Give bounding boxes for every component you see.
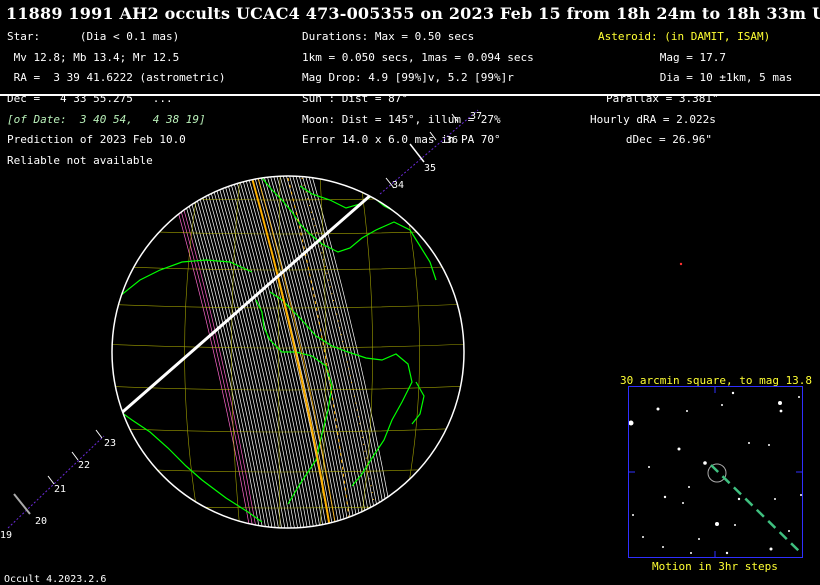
motion-caption: Motion in 3hr steps: [652, 560, 778, 573]
time-label: 35: [424, 163, 436, 174]
star: [715, 522, 719, 526]
star: [768, 444, 770, 446]
star: [677, 447, 681, 451]
earth-globe: [111, 175, 465, 529]
star-chart: [628, 386, 803, 558]
star: [774, 498, 776, 500]
star: [682, 502, 684, 504]
star: [632, 514, 634, 516]
star: [721, 404, 723, 406]
time-label: 23: [104, 438, 116, 449]
time-label: 36: [446, 135, 458, 146]
star: [662, 546, 664, 548]
star: [703, 461, 707, 465]
version-label: Occult 4.2023.2.6: [4, 574, 107, 585]
time-label: 19: [0, 530, 12, 541]
star-field: [628, 387, 802, 557]
star: [798, 396, 800, 398]
time-label: 22: [78, 460, 90, 471]
red-marker: [679, 262, 683, 266]
star: [698, 538, 700, 540]
star: [748, 442, 750, 444]
time-label: 20: [35, 516, 47, 527]
star: [779, 409, 783, 413]
star: [648, 466, 650, 468]
time-track-lower: 19 20 21 22 23: [0, 429, 116, 541]
star: [737, 497, 741, 501]
star: [800, 494, 802, 496]
star: [769, 547, 773, 551]
star: [778, 401, 782, 405]
star: [731, 391, 735, 395]
time-label: 34: [392, 180, 404, 191]
stars: [628, 391, 802, 555]
target-circle: [707, 463, 727, 483]
star: [663, 495, 667, 499]
star: [642, 536, 644, 538]
time-label: 37: [470, 111, 482, 122]
star: [628, 420, 634, 426]
star: [688, 486, 690, 488]
star: [686, 410, 688, 412]
motion-vector: [710, 464, 802, 554]
star: [788, 530, 790, 532]
time-track-upper: 34 35 36 37: [379, 109, 482, 195]
star: [725, 551, 729, 555]
star: [656, 407, 660, 411]
star: [690, 552, 692, 554]
star: [734, 524, 736, 526]
time-label: 21: [54, 484, 66, 495]
